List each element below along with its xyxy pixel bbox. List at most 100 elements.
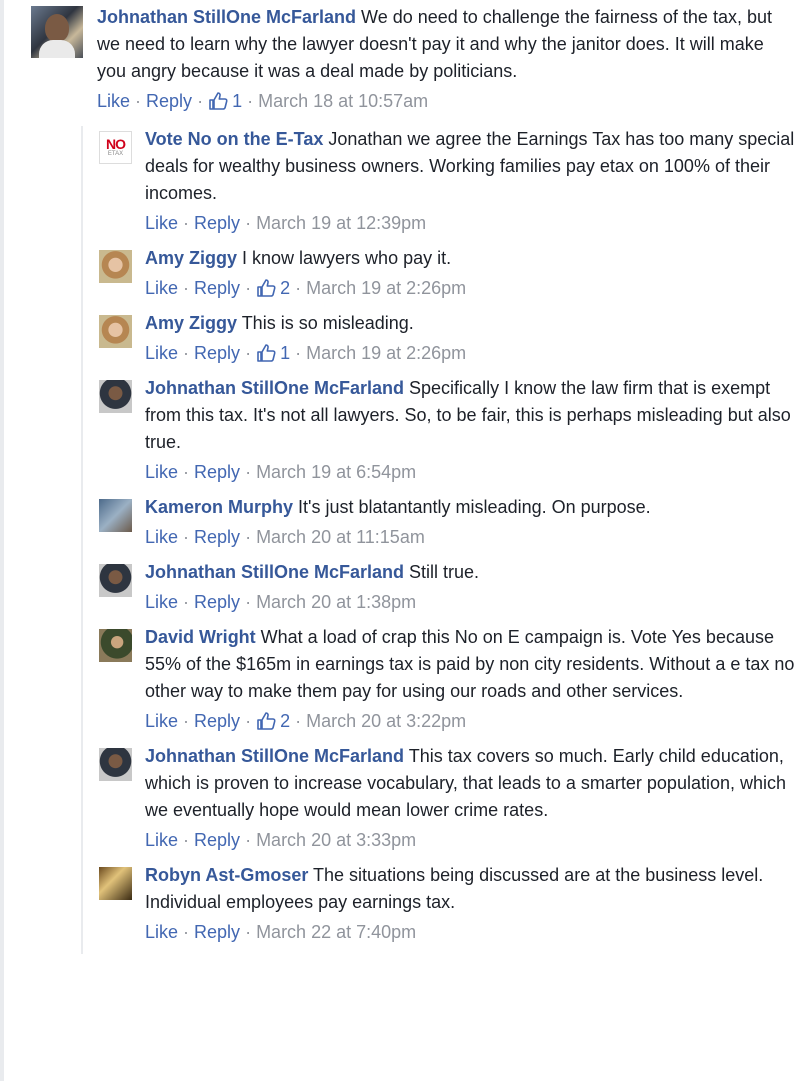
reply-link[interactable]: Reply — [146, 89, 192, 113]
top-comment: Johnathan StillOne McFarland We do need … — [31, 4, 791, 113]
avatar-shirt — [39, 40, 75, 58]
like-link[interactable]: Like — [145, 590, 178, 614]
reply-author-link[interactable]: Johnathan StillOne McFarland — [145, 378, 404, 398]
reply-author-link[interactable]: David Wright — [145, 627, 256, 647]
avatar[interactable] — [31, 6, 83, 58]
reply-actions: Like · Reply · March 20 at 3:33pm — [145, 828, 798, 852]
separator-dot: · — [245, 278, 252, 298]
avatar[interactable] — [99, 867, 132, 900]
thumbs-up-icon — [256, 343, 276, 363]
avatar[interactable] — [99, 564, 132, 597]
separator-dot: · — [183, 462, 190, 482]
like-count[interactable]: 1 — [256, 341, 290, 365]
avatar[interactable] — [99, 748, 132, 781]
separator-dot: · — [295, 278, 302, 298]
separator-dot: · — [245, 922, 252, 942]
thumbs-up-icon — [256, 278, 276, 298]
reply-author-link[interactable]: Johnathan StillOne McFarland — [145, 746, 404, 766]
like-link[interactable]: Like — [145, 460, 178, 484]
separator-dot: · — [245, 711, 252, 731]
reply-link[interactable]: Reply — [194, 709, 240, 733]
comment-timestamp[interactable]: March 18 at 10:57am — [258, 89, 428, 113]
reply-link[interactable]: Reply — [194, 460, 240, 484]
reply-timestamp[interactable]: March 19 at 6:54pm — [256, 460, 416, 484]
thumbs-up-icon — [208, 91, 228, 111]
like-count-value: 1 — [232, 91, 243, 111]
reply-item: NO ETAX Vote No on the E-Tax Jonathan we a… — [83, 126, 798, 235]
like-link[interactable]: Like — [145, 525, 178, 549]
reply-link[interactable]: Reply — [194, 828, 240, 852]
reply-author-link[interactable]: Amy Ziggy — [145, 313, 237, 333]
separator-dot: · — [183, 922, 190, 942]
reply-body: Vote No on the E-Tax Jonathan we agree t… — [145, 126, 798, 235]
reply-timestamp[interactable]: March 20 at 1:38pm — [256, 590, 416, 614]
reply-link[interactable]: Reply — [194, 590, 240, 614]
separator-dot: · — [183, 830, 190, 850]
like-count[interactable]: 2 — [256, 276, 290, 300]
comment-author-link[interactable]: Johnathan StillOne McFarland — [97, 7, 356, 27]
reply-author-link[interactable]: Vote No on the E-Tax — [145, 129, 323, 149]
reply-actions: Like · Reply · March 19 at 12:39pm — [145, 211, 798, 235]
reply-actions: Like · Reply · March 20 at 11:15am — [145, 525, 798, 549]
reply-author-link[interactable]: Johnathan StillOne McFarland — [145, 562, 404, 582]
reply-body: Amy Ziggy This is so misleading. Like · Rep… — [145, 310, 798, 365]
like-count-value: 2 — [280, 278, 291, 298]
reply-item: Amy Ziggy I know lawyers who pay it. Like… — [83, 245, 798, 300]
reply-link[interactable]: Reply — [194, 341, 240, 365]
reply-actions: Like · Reply · 1 · March 19 at 2:26pm — [145, 341, 798, 365]
avatar[interactable] — [99, 250, 132, 283]
avatar[interactable] — [99, 315, 132, 348]
reply-timestamp[interactable]: March 19 at 2:26pm — [306, 276, 466, 300]
separator-dot: · — [245, 527, 252, 547]
avatar[interactable] — [99, 499, 132, 532]
reply-actions: Like · Reply · 2 · March 20 at 3:22pm — [145, 709, 798, 733]
thread-left-border — [0, 0, 4, 1081]
reply-link[interactable]: Reply — [194, 525, 240, 549]
avatar-no-text: NO — [106, 135, 126, 152]
reply-item: Johnathan StillOne McFarland Specificall… — [83, 375, 798, 484]
like-count[interactable]: 1 — [208, 89, 242, 113]
like-count[interactable]: 2 — [256, 709, 290, 733]
separator-dot: · — [245, 343, 252, 363]
reply-timestamp[interactable]: March 19 at 2:26pm — [306, 341, 466, 365]
reply-text: It's just blatantantly misleading. On pu… — [293, 497, 651, 517]
reply-timestamp[interactable]: March 19 at 12:39pm — [256, 211, 426, 235]
reply-body: David Wright What a load of crap this No… — [145, 624, 798, 733]
reply-link[interactable]: Reply — [194, 920, 240, 944]
reply-actions: Like · Reply · March 19 at 6:54pm — [145, 460, 798, 484]
reply-timestamp[interactable]: March 20 at 3:22pm — [306, 709, 466, 733]
reply-item: Johnathan StillOne McFarland Still true.… — [83, 559, 798, 614]
avatar[interactable] — [99, 629, 132, 662]
reply-item: Kameron Murphy It's just blatantantly mi… — [83, 494, 798, 549]
reply-body: Johnathan StillOne McFarland Still true.… — [145, 559, 798, 614]
like-count-value: 1 — [280, 343, 291, 363]
reply-actions: Like · Reply · March 20 at 1:38pm — [145, 590, 798, 614]
reply-author-link[interactable]: Amy Ziggy — [145, 248, 237, 268]
reply-timestamp[interactable]: March 22 at 7:40pm — [256, 920, 416, 944]
like-link[interactable]: Like — [145, 828, 178, 852]
like-link[interactable]: Like — [145, 276, 178, 300]
like-link[interactable]: Like — [145, 211, 178, 235]
like-link[interactable]: Like — [145, 341, 178, 365]
like-link[interactable]: Like — [97, 89, 130, 113]
reply-author-link[interactable]: Kameron Murphy — [145, 497, 293, 517]
avatar[interactable]: NO ETAX — [99, 131, 132, 164]
separator-dot: · — [183, 278, 190, 298]
separator-dot: · — [135, 91, 142, 111]
like-link[interactable]: Like — [145, 709, 178, 733]
reply-timestamp[interactable]: March 20 at 3:33pm — [256, 828, 416, 852]
reply-body: Johnathan StillOne McFarland This tax co… — [145, 743, 798, 852]
reply-link[interactable]: Reply — [194, 211, 240, 235]
avatar[interactable] — [99, 380, 132, 413]
avatar-face — [45, 14, 69, 42]
reply-link[interactable]: Reply — [194, 276, 240, 300]
separator-dot: · — [183, 527, 190, 547]
reply-body: Amy Ziggy I know lawyers who pay it. Like… — [145, 245, 798, 300]
reply-timestamp[interactable]: March 20 at 11:15am — [256, 525, 425, 549]
separator-dot: · — [247, 91, 254, 111]
like-link[interactable]: Like — [145, 920, 178, 944]
reply-author-link[interactable]: Robyn Ast-Gmoser — [145, 865, 308, 885]
reply-body: Johnathan StillOne McFarland Specificall… — [145, 375, 798, 484]
thumbs-up-icon — [256, 711, 276, 731]
separator-dot: · — [245, 830, 252, 850]
